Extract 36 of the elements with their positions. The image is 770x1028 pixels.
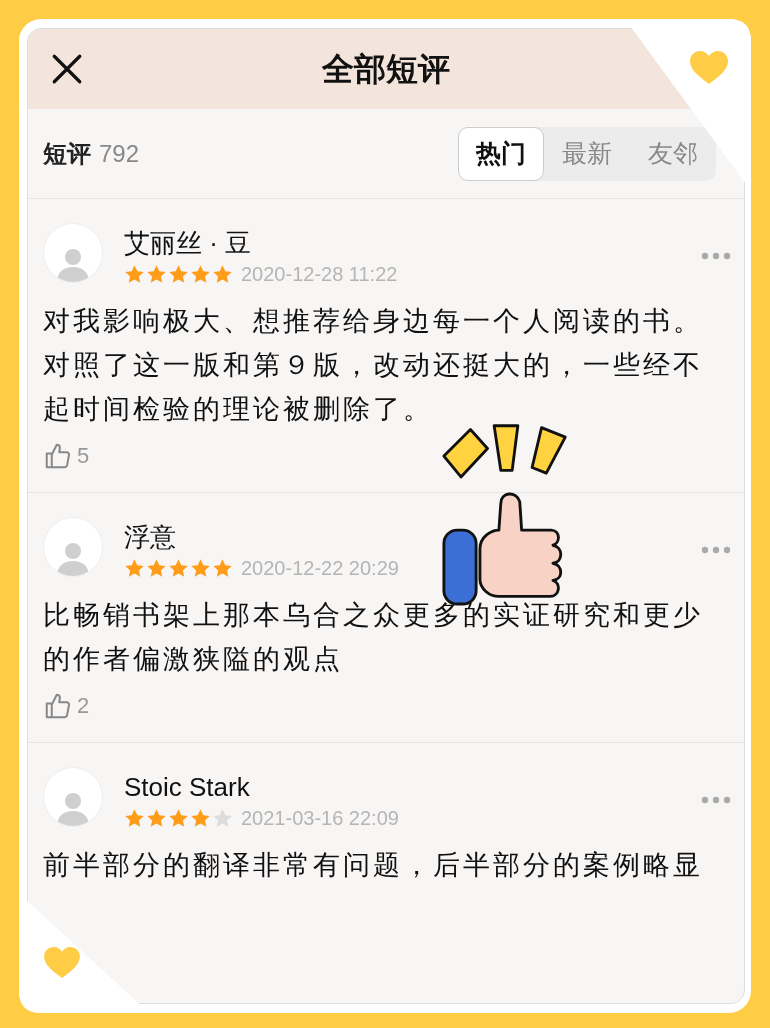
like-count: 2 <box>77 692 90 720</box>
like-count: 5 <box>77 442 90 470</box>
star-icon <box>146 263 167 285</box>
heart-icon <box>689 51 729 85</box>
section-label: 短评 <box>43 138 91 169</box>
star-icon <box>212 807 233 829</box>
review-time: 2020-12-28 11:22 <box>241 262 398 287</box>
star-icon <box>146 557 167 579</box>
review-count: 792 <box>99 138 140 169</box>
star-icon <box>212 263 233 285</box>
review-text: 对我影响极大、想推荐给身边每一个人阅读的书。对照了这一版和第９版，改动还挺大的，一些经不起时间检验的理论被删除了。 <box>43 305 704 426</box>
star-icon <box>168 263 189 285</box>
review-text: 比畅销书架上那本乌合之众更多的实证研究和更少的作者偏激狭隘的观点 <box>43 599 704 676</box>
reviewer-name[interactable]: 艾丽丝 · 豆 <box>124 225 701 261</box>
sort-tab[interactable]: 热门 <box>458 126 544 181</box>
star-icon <box>146 807 167 829</box>
star-icon <box>124 807 145 829</box>
star-icon <box>124 263 145 285</box>
star-icon <box>168 557 189 579</box>
more-icon[interactable] <box>701 546 731 554</box>
heart-icon <box>43 947 81 979</box>
review-text: 前半部分的翻译非常有问题，后半部分的案例略显 <box>43 849 704 882</box>
close-icon[interactable] <box>50 52 84 86</box>
star-icon <box>168 807 189 829</box>
star-icon <box>190 807 211 829</box>
reviewer-name[interactable]: 浮意 <box>124 519 701 555</box>
star-icon <box>190 557 211 579</box>
star-icon <box>190 263 211 285</box>
star-icon <box>124 557 145 579</box>
review-time: 2021-03-16 22:09 <box>241 806 399 831</box>
reviewer-name[interactable]: Stoic Stark <box>124 769 701 805</box>
more-icon[interactable] <box>701 796 731 804</box>
more-icon[interactable] <box>701 252 731 260</box>
review-time: 2020-12-22 20:29 <box>241 556 399 581</box>
star-icon <box>212 557 233 579</box>
page-title: 全部短评 <box>322 50 450 89</box>
